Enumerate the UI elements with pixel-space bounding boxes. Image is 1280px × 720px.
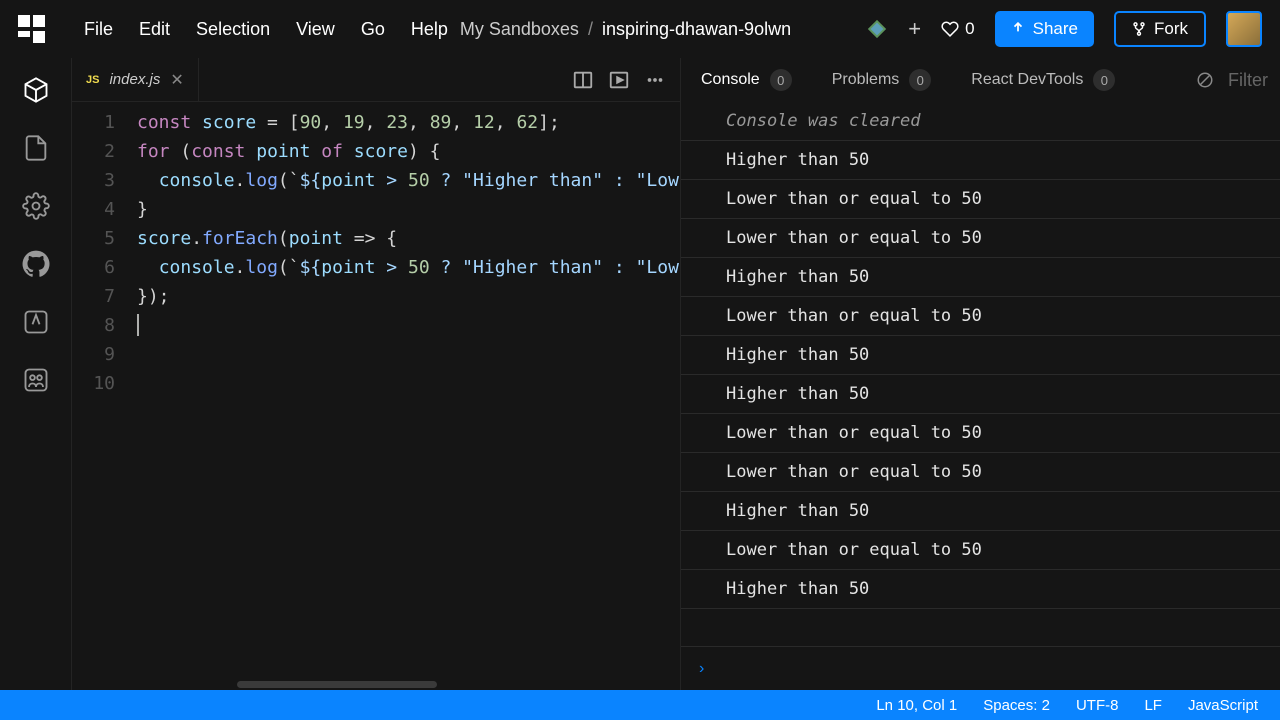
menu-bar: File Edit Selection View Go Help	[84, 19, 448, 40]
console-output: Console was clearedHigher than 50Lower t…	[681, 102, 1280, 646]
console-row: Higher than 50	[681, 258, 1280, 297]
console-row: Higher than 50	[681, 141, 1280, 180]
console-row: Lower than or equal to 50	[681, 219, 1280, 258]
console-row: Console was cleared	[681, 102, 1280, 141]
filter-input[interactable]: Filter	[1228, 70, 1268, 91]
console-row: Lower than or equal to 50	[681, 180, 1280, 219]
github-icon[interactable]	[22, 250, 50, 278]
devtab-problems[interactable]: Problems0	[812, 58, 952, 102]
like-button[interactable]: 0	[941, 19, 974, 39]
status-eol[interactable]: LF	[1144, 697, 1162, 714]
avatar[interactable]	[1226, 11, 1262, 47]
team-icon[interactable]	[22, 366, 50, 394]
console-row: Higher than 50	[681, 570, 1280, 609]
close-tab-icon[interactable]: ✕	[170, 70, 183, 90]
console-row: Lower than or equal to 50	[681, 531, 1280, 570]
breadcrumb[interactable]: My Sandboxes / inspiring-dhawan-9olwn	[460, 19, 791, 40]
menu-item-go[interactable]: Go	[361, 19, 385, 40]
status-position[interactable]: Ln 10, Col 1	[876, 697, 957, 714]
preview-icon[interactable]	[608, 69, 630, 91]
add-icon[interactable]: +	[908, 16, 921, 42]
code-editor[interactable]: 12345678910 const score = [90, 19, 23, 8…	[72, 102, 680, 690]
console-input[interactable]: ›	[681, 646, 1280, 690]
console-row: Lower than or equal to 50	[681, 453, 1280, 492]
js-file-icon: JS	[86, 74, 99, 86]
menu-item-edit[interactable]: Edit	[139, 19, 170, 40]
horizontal-scrollbar[interactable]	[237, 681, 437, 688]
sandbox-icon[interactable]	[866, 18, 888, 40]
console-row: Higher than 50	[681, 375, 1280, 414]
tab-filename: index.js	[109, 71, 160, 88]
breadcrumb-name: inspiring-dhawan-9olwn	[602, 19, 791, 39]
status-spaces[interactable]: Spaces: 2	[983, 697, 1050, 714]
menu-item-file[interactable]: File	[84, 19, 113, 40]
menu-item-help[interactable]: Help	[411, 19, 448, 40]
deploy-icon[interactable]	[22, 308, 50, 336]
status-language[interactable]: JavaScript	[1188, 697, 1258, 714]
app-logo[interactable]	[18, 15, 46, 43]
console-row: Lower than or equal to 50	[681, 297, 1280, 336]
console-row: Higher than 50	[681, 336, 1280, 375]
devtab-react-devtools[interactable]: React DevTools0	[951, 58, 1135, 102]
more-icon[interactable]	[644, 69, 666, 91]
like-count: 0	[965, 19, 974, 39]
console-row: Lower than or equal to 50	[681, 414, 1280, 453]
console-row: Higher than 50	[681, 492, 1280, 531]
breadcrumb-parent: My Sandboxes	[460, 19, 579, 39]
editor-tab[interactable]: JS index.js ✕	[72, 58, 199, 101]
gear-icon[interactable]	[22, 192, 50, 220]
cube-icon[interactable]	[22, 76, 50, 104]
menu-item-view[interactable]: View	[296, 19, 335, 40]
status-encoding[interactable]: UTF-8	[1076, 697, 1119, 714]
devtab-console[interactable]: Console0	[681, 58, 812, 102]
share-button[interactable]: Share	[995, 11, 1094, 47]
split-view-icon[interactable]	[572, 69, 594, 91]
menu-item-selection[interactable]: Selection	[196, 19, 270, 40]
file-icon[interactable]	[22, 134, 50, 162]
clear-console-icon[interactable]	[1196, 71, 1214, 89]
fork-button[interactable]: Fork	[1114, 11, 1206, 47]
